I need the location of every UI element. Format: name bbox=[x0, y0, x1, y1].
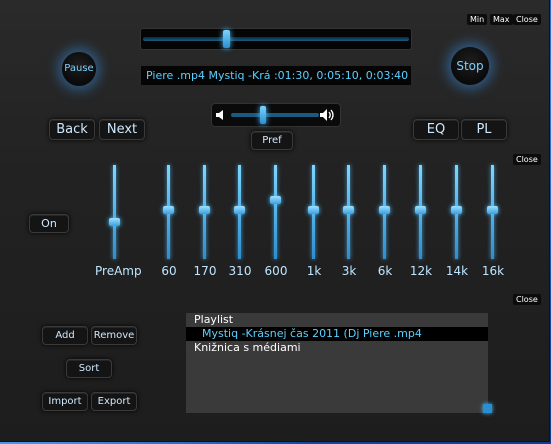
eq-band-label: 16k bbox=[481, 264, 505, 278]
eq-slider-rail bbox=[274, 165, 277, 259]
close-button[interactable]: Close bbox=[513, 14, 541, 25]
volume-groove bbox=[231, 113, 319, 117]
maximize-button[interactable]: Max bbox=[490, 14, 513, 25]
add-button[interactable]: Add bbox=[42, 326, 88, 345]
eq-band-label: 310 bbox=[228, 264, 252, 278]
preferences-button[interactable]: Pref bbox=[251, 131, 293, 150]
media-player-window: Min Max Close Pause Stop Piere .mp4 Myst… bbox=[0, 0, 550, 442]
eq-band-label: 1k bbox=[306, 264, 322, 278]
now-playing-text: Piere .mp4 Mystiq -Krá :01:30, 0:05:10, … bbox=[146, 69, 409, 82]
eq-band-label: 60 bbox=[161, 264, 177, 278]
export-button[interactable]: Export bbox=[91, 392, 137, 411]
eq-slider-knob[interactable] bbox=[343, 206, 354, 214]
volume-control[interactable] bbox=[212, 104, 340, 126]
eq-band-label: 600 bbox=[264, 264, 288, 278]
eq-slider-3k[interactable] bbox=[342, 165, 356, 260]
eq-slider-knob[interactable] bbox=[163, 206, 174, 214]
playlist-toggle-button[interactable]: PL bbox=[461, 119, 507, 140]
eq-slider-knob[interactable] bbox=[234, 206, 245, 214]
playlist-close-button[interactable]: Close bbox=[513, 294, 541, 305]
eq-band-label: PreAmp bbox=[95, 264, 142, 278]
eq-slider-1k[interactable] bbox=[307, 165, 321, 260]
eq-band-label: 3k bbox=[341, 264, 357, 278]
eq-band-label: 14k bbox=[445, 264, 469, 278]
volume-thumb[interactable] bbox=[260, 106, 266, 124]
eq-slider-310[interactable] bbox=[233, 165, 247, 260]
stop-button[interactable]: Stop bbox=[451, 47, 489, 85]
speaker-loud-icon[interactable] bbox=[319, 108, 337, 122]
equalizer-close-button[interactable]: Close bbox=[513, 154, 541, 165]
import-button[interactable]: Import bbox=[42, 392, 88, 411]
eq-slider-170[interactable] bbox=[198, 165, 212, 260]
eq-slider-knob[interactable] bbox=[308, 206, 319, 214]
speaker-mute-icon[interactable] bbox=[215, 109, 227, 121]
playlist-resize-handle[interactable] bbox=[483, 404, 492, 413]
now-playing-display: Piere .mp4 Mystiq -Krá :01:30, 0:05:10, … bbox=[141, 66, 411, 85]
eq-slider-preamp[interactable] bbox=[108, 165, 122, 260]
equalizer-on-button[interactable]: On bbox=[29, 214, 69, 233]
playlist-panel: Playlist Mystiq -Krásnej čas 2011 (Dj Pi… bbox=[186, 313, 488, 413]
eq-toggle-button[interactable]: EQ bbox=[413, 119, 459, 140]
eq-band-label: 170 bbox=[193, 264, 217, 278]
playlist-track-item[interactable]: Mystiq -Krásnej čas 2011 (Dj Piere .mp4 bbox=[186, 327, 488, 341]
seek-bar[interactable] bbox=[141, 29, 411, 49]
eq-slider-knob[interactable] bbox=[109, 218, 120, 226]
playlist-header: Playlist bbox=[194, 313, 234, 326]
back-button[interactable]: Back bbox=[49, 119, 95, 140]
eq-band-label: 6k bbox=[377, 264, 393, 278]
eq-slider-14k[interactable] bbox=[450, 165, 464, 260]
seek-groove bbox=[143, 37, 409, 41]
eq-slider-12k[interactable] bbox=[414, 165, 428, 260]
eq-slider-knob[interactable] bbox=[270, 196, 281, 204]
eq-slider-knob[interactable] bbox=[451, 206, 462, 214]
eq-slider-rail bbox=[113, 165, 116, 259]
eq-slider-knob[interactable] bbox=[379, 206, 390, 214]
sort-button[interactable]: Sort bbox=[66, 359, 112, 378]
eq-slider-knob[interactable] bbox=[487, 206, 498, 214]
eq-slider-600[interactable] bbox=[269, 165, 283, 260]
eq-slider-6k[interactable] bbox=[378, 165, 392, 260]
eq-slider-16k[interactable] bbox=[486, 165, 500, 260]
remove-button[interactable]: Remove bbox=[91, 326, 137, 345]
eq-slider-knob[interactable] bbox=[199, 206, 210, 214]
seek-thumb[interactable] bbox=[223, 30, 230, 48]
eq-slider-60[interactable] bbox=[162, 165, 176, 260]
pause-button[interactable]: Pause bbox=[62, 52, 96, 86]
eq-band-label: 12k bbox=[409, 264, 433, 278]
minimize-button[interactable]: Min bbox=[467, 14, 488, 25]
next-button[interactable]: Next bbox=[99, 119, 145, 140]
media-library-item[interactable]: Knižnica s médiami bbox=[186, 341, 488, 355]
eq-slider-knob[interactable] bbox=[415, 206, 426, 214]
